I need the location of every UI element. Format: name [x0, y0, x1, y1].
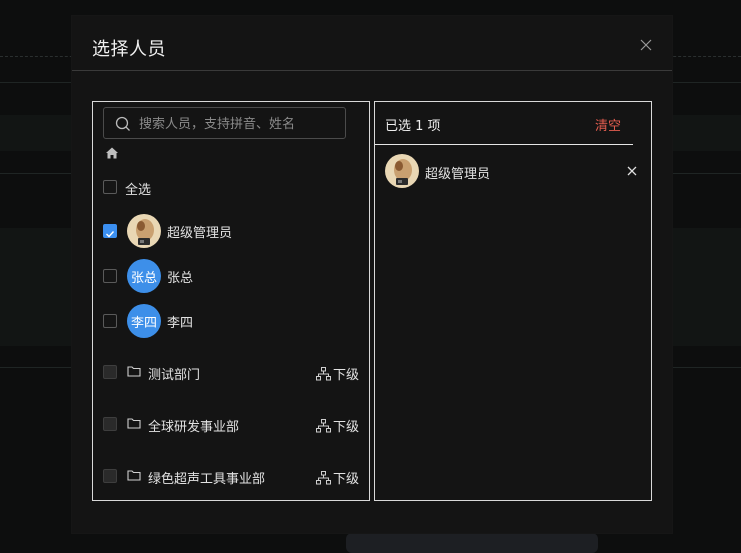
person-name: 张总: [167, 271, 194, 286]
selected-name: 超级管理员: [425, 167, 491, 182]
department-name: 绿色超声工具事业部: [148, 472, 266, 487]
dialog-title: 选择人员: [92, 39, 166, 60]
subordinate-link[interactable]: 下级: [315, 364, 359, 383]
list-item[interactable]: 李四 李四: [93, 303, 369, 339]
department-checkbox[interactable]: [103, 365, 117, 379]
department-checkbox[interactable]: [103, 417, 117, 431]
avatar: [385, 154, 419, 188]
selected-panel: 已选 1 项 清空 超级管理员: [374, 101, 652, 501]
dialog-header: 选择人员: [72, 16, 672, 71]
person-name: 超级管理员: [167, 226, 233, 241]
candidate-panel: 全选 超级管理员 张总 张总: [92, 101, 370, 501]
person-checkbox[interactable]: [103, 224, 117, 238]
folder-icon: [127, 470, 141, 481]
subordinate-label: 下级: [332, 368, 359, 383]
department-name: 测试部门: [148, 368, 201, 383]
folder-icon: [127, 366, 141, 377]
department-checkbox[interactable]: [103, 469, 117, 483]
org-tree-icon: [315, 367, 331, 381]
selected-item: 超级管理员: [375, 154, 651, 190]
person-name: 李四: [167, 316, 194, 331]
select-all-checkbox[interactable]: [103, 180, 117, 194]
subordinate-link[interactable]: 下级: [315, 468, 359, 487]
org-tree-icon: [315, 471, 331, 485]
subordinate-label: 下级: [332, 420, 359, 435]
department-row[interactable]: 全球研发事业部 下级: [93, 412, 369, 436]
avatar-text: 李四: [127, 304, 161, 338]
avatar-text: 张总: [127, 259, 161, 293]
subordinate-label: 下级: [332, 472, 359, 487]
department-row[interactable]: 测试部门 下级: [93, 360, 369, 384]
divider: [375, 144, 633, 145]
clear-button[interactable]: 清空: [595, 115, 621, 134]
close-icon[interactable]: [627, 166, 637, 176]
select-all-label: 全选: [125, 183, 152, 198]
person-checkbox[interactable]: [103, 269, 117, 283]
check-icon: [106, 231, 115, 238]
search-box: [103, 107, 346, 140]
close-icon[interactable]: [640, 39, 652, 51]
avatar: 李四: [127, 304, 161, 338]
avatar: 张总: [127, 259, 161, 293]
search-icon: [115, 116, 130, 131]
person-checkbox[interactable]: [103, 314, 117, 328]
folder-icon: [127, 418, 141, 429]
selected-count: 已选 1 项: [385, 119, 441, 134]
select-all-row[interactable]: 全选: [93, 174, 369, 200]
department-row[interactable]: 绿色超声工具事业部 下级: [93, 464, 369, 488]
search-input[interactable]: [137, 108, 341, 140]
avatar: [127, 214, 161, 248]
subordinate-link[interactable]: 下级: [315, 416, 359, 435]
bg-element: [346, 533, 598, 553]
list-item[interactable]: 张总 张总: [93, 258, 369, 294]
department-name: 全球研发事业部: [148, 420, 240, 435]
home-icon[interactable]: [105, 146, 119, 160]
list-item[interactable]: 超级管理员: [93, 213, 369, 249]
select-people-dialog: 选择人员 全选: [72, 16, 672, 533]
org-tree-icon: [315, 419, 331, 433]
